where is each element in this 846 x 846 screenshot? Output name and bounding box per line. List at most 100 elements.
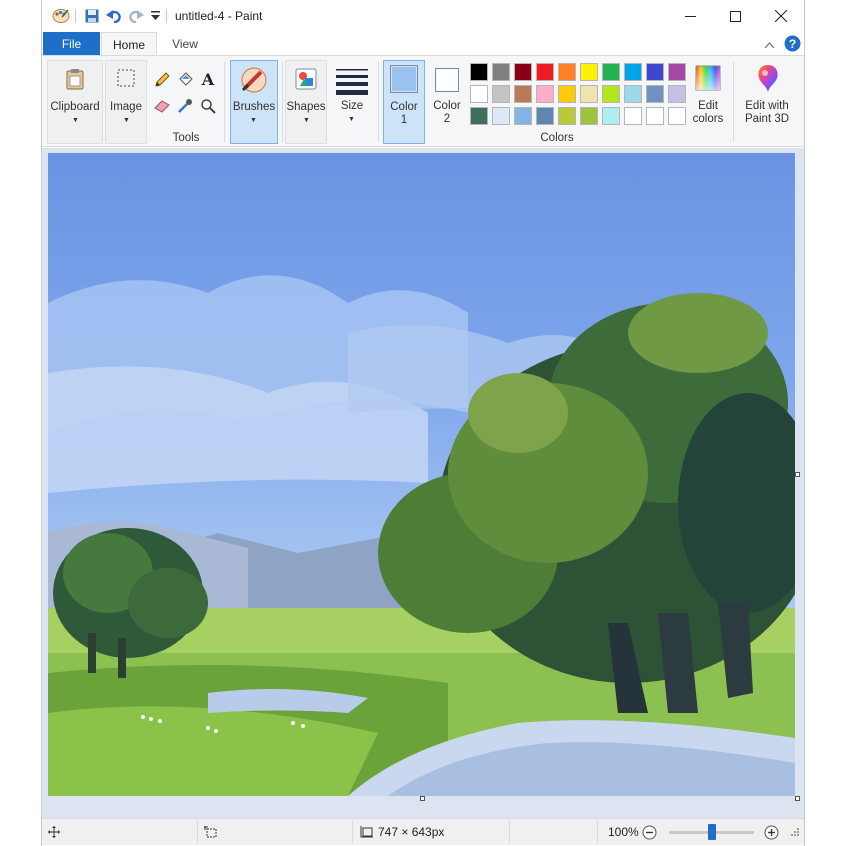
shapes-label: Shapes (286, 101, 326, 113)
eraser-icon[interactable] (152, 96, 172, 116)
paint-app-icon[interactable] (50, 6, 72, 26)
resize-handle-right[interactable] (795, 472, 800, 477)
text-tool-icon[interactable]: A (198, 68, 218, 90)
resize-handle-corner[interactable] (795, 796, 800, 801)
palette-swatch[interactable] (580, 85, 598, 103)
palette-swatch[interactable] (558, 63, 576, 81)
zoom-slider-track[interactable] (669, 824, 754, 840)
palette-swatch[interactable] (668, 63, 686, 81)
status-bar: 747 × 643px 100% (42, 818, 804, 845)
image-size-text: 747 × 643px (378, 825, 445, 839)
color-palette (470, 63, 690, 129)
tab-view[interactable]: View (160, 32, 210, 56)
cursor-position-icon (48, 819, 60, 845)
palette-swatch[interactable] (580, 107, 598, 125)
drawing-canvas[interactable] (48, 153, 795, 796)
save-icon[interactable] (82, 6, 102, 26)
clipboard-icon (64, 67, 86, 91)
palette-swatch[interactable] (580, 63, 598, 81)
zoom-percent: 100% (608, 825, 639, 839)
brushes-button[interactable]: Brushes ▼ (230, 60, 278, 144)
window-title: untitled-4 - Paint (175, 9, 263, 23)
minimize-button[interactable] (667, 0, 713, 32)
pencil-icon[interactable] (152, 70, 172, 90)
resize-grip-icon (790, 825, 800, 839)
color2-label: Color (433, 100, 461, 112)
palette-swatch[interactable] (668, 107, 686, 125)
palette-swatch[interactable] (470, 107, 488, 125)
color1-swatch (390, 65, 418, 93)
shapes-chevron-down-icon: ▼ (303, 117, 310, 124)
select-icon (115, 67, 137, 89)
magnifier-icon[interactable] (198, 96, 218, 116)
edit-colors-button[interactable]: Edit colors (686, 60, 730, 144)
size-chevron-down-icon: ▼ (348, 116, 355, 123)
color2-fill (437, 70, 457, 90)
palette-swatch[interactable] (668, 85, 686, 103)
colors-group-label: Colors (540, 132, 574, 144)
close-button[interactable] (758, 0, 804, 32)
ribbon-tabs: File Home View ? (42, 32, 804, 56)
palette-swatch[interactable] (514, 85, 532, 103)
fill-bucket-icon[interactable] (175, 70, 195, 90)
clipboard-button[interactable]: Clipboard ▼ (47, 60, 103, 144)
redo-icon[interactable] (126, 6, 146, 26)
palette-swatch[interactable] (624, 85, 642, 103)
color1-button[interactable]: Color 1 (383, 60, 425, 144)
image-button[interactable]: Image ▼ (105, 60, 147, 144)
palette-swatch[interactable] (536, 85, 554, 103)
image-label: Image (110, 101, 142, 113)
brushes-label: Brushes (232, 101, 276, 113)
palette-swatch[interactable] (646, 63, 664, 81)
palette-swatch[interactable] (514, 63, 532, 81)
edit-colors-label-2: colors (692, 113, 724, 125)
tab-file[interactable]: File (43, 32, 100, 56)
palette-swatch[interactable] (624, 63, 642, 81)
image-size-icon (360, 819, 374, 845)
palette-swatch[interactable] (492, 107, 510, 125)
zoom-out-icon[interactable] (642, 819, 657, 845)
ribbon: Clipboard ▼ Image ▼ A Tools Brushes ▼ Sh… (42, 55, 804, 147)
resize-handle-bottom[interactable] (420, 796, 425, 801)
palette-swatch[interactable] (536, 63, 554, 81)
line-size-icon (334, 66, 370, 96)
tab-home[interactable]: Home (101, 32, 157, 56)
palette-swatch[interactable] (470, 85, 488, 103)
palette-swatch[interactable] (492, 85, 510, 103)
undo-icon[interactable] (104, 6, 124, 26)
palette-swatch[interactable] (536, 107, 554, 125)
brush-icon (237, 65, 271, 95)
size-label: Size (340, 100, 364, 112)
zoom-slider-thumb[interactable] (707, 824, 716, 840)
paint-window: untitled-4 - Paint File Home View ? Clip… (41, 0, 805, 846)
size-button[interactable]: Size ▼ (331, 60, 373, 144)
help-icon[interactable]: ? (784, 35, 801, 55)
shapes-button[interactable]: Shapes ▼ (285, 60, 327, 144)
color1-label: Color (390, 101, 418, 113)
customize-dropdown-icon[interactable] (148, 6, 162, 26)
edit-with-paint3d-button[interactable]: Edit with Paint 3D (737, 60, 797, 144)
palette-swatch[interactable] (558, 85, 576, 103)
svg-text:?: ? (789, 37, 796, 51)
palette-swatch[interactable] (492, 63, 510, 81)
landscape-painting (48, 153, 795, 796)
canvas-workspace (42, 148, 804, 818)
palette-swatch[interactable] (602, 63, 620, 81)
zoom-in-icon[interactable] (764, 819, 779, 845)
palette-swatch[interactable] (602, 107, 620, 125)
palette-swatch[interactable] (624, 107, 642, 125)
paint3d-icon (753, 62, 783, 94)
color-picker-icon[interactable] (175, 96, 195, 116)
color2-swatch (435, 68, 459, 92)
palette-swatch[interactable] (558, 107, 576, 125)
palette-swatch[interactable] (470, 63, 488, 81)
tools-group-label: Tools (172, 132, 200, 144)
palette-swatch[interactable] (646, 85, 664, 103)
palette-swatch[interactable] (646, 107, 664, 125)
color2-button[interactable]: Color 2 (427, 60, 467, 144)
palette-swatch[interactable] (514, 107, 532, 125)
palette-swatch[interactable] (602, 85, 620, 103)
collapse-ribbon-icon[interactable] (764, 38, 775, 52)
paint3d-label-2: Paint 3D (744, 113, 790, 125)
maximize-button[interactable] (712, 0, 758, 32)
